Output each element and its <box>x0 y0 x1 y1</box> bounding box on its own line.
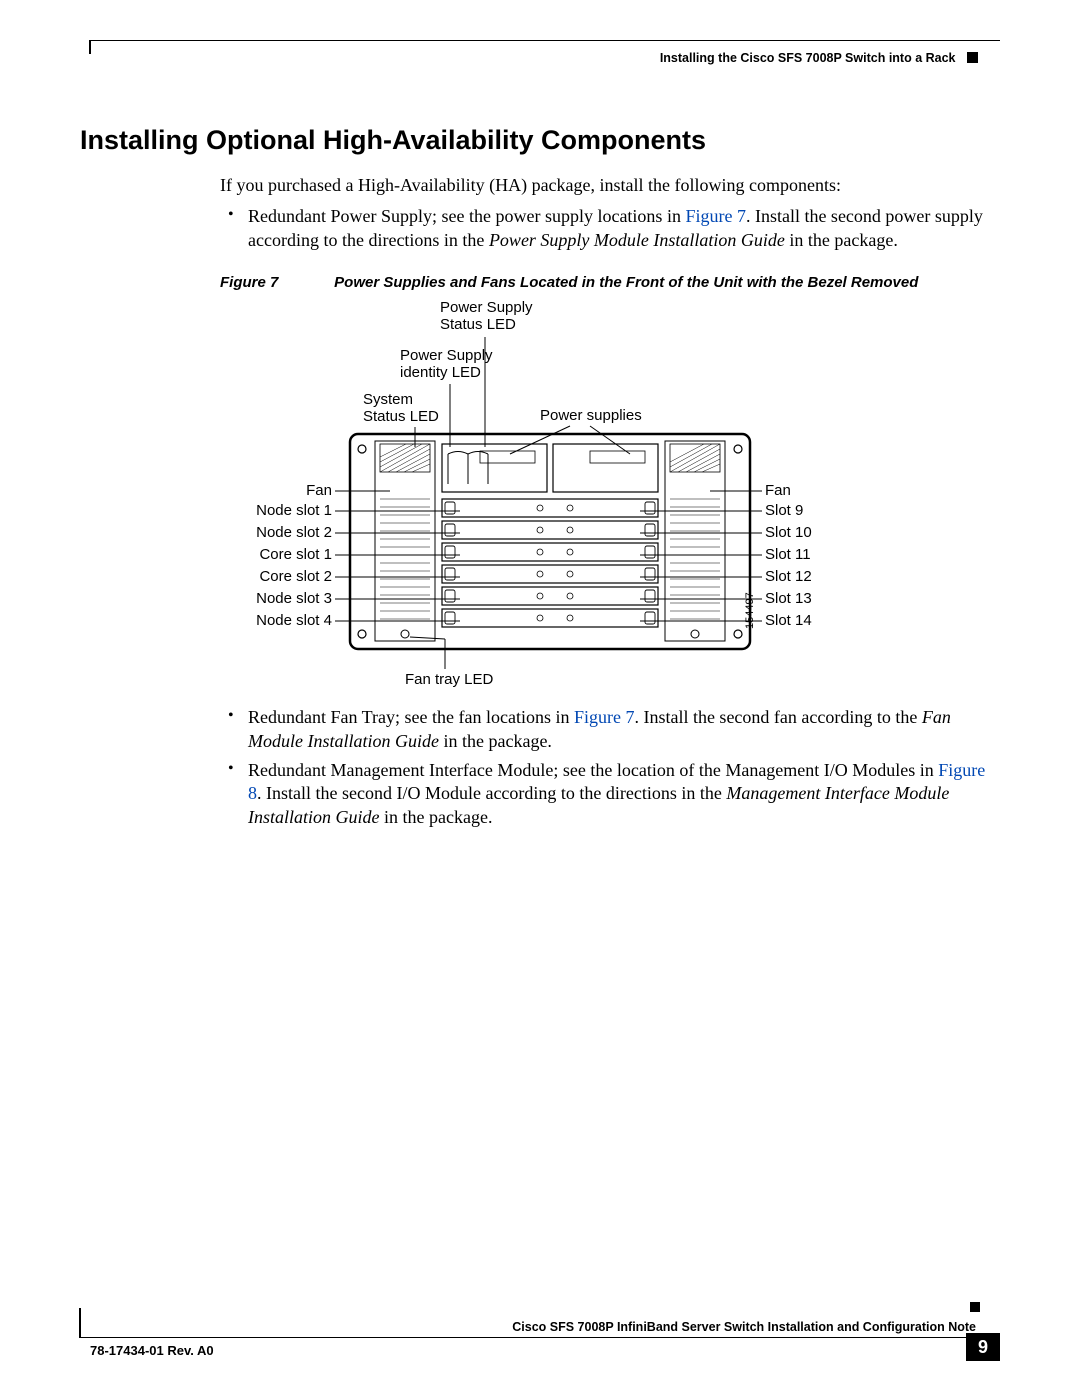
label-ps-identity-led: Power Supply identity LED <box>400 347 493 382</box>
figure-7-diagram: Power Supply Status LED Power Supply ide… <box>190 299 890 694</box>
intro-text: If you purchased a High-Availability (HA… <box>220 174 990 197</box>
page-number: 9 <box>966 1333 1000 1361</box>
page-footer: Cisco SFS 7008P InfiniBand Server Switch… <box>80 1320 1000 1367</box>
header-rule <box>90 40 1000 41</box>
label-fan-right: Fan <box>765 482 791 499</box>
label-node-slot-2: Node slot 2 <box>250 524 332 541</box>
footer-doc-rev: 78-17434-01 Rev. A0 <box>90 1343 214 1358</box>
label-system-status-led: System Status LED <box>363 391 439 426</box>
section-title: Installing Optional High-Availability Co… <box>80 125 1000 156</box>
footer-tick <box>79 1308 81 1338</box>
label-node-slot-3: Node slot 3 <box>250 590 332 607</box>
figure-caption: Figure 7 Power Supplies and Fans Located… <box>220 274 1000 291</box>
label-slot-13: Slot 13 <box>765 590 812 607</box>
header-tick <box>89 40 91 54</box>
label-node-slot-4: Node slot 4 <box>250 612 332 629</box>
label-fan-tray-led: Fan tray LED <box>405 671 493 688</box>
label-slot-12: Slot 12 <box>765 568 812 585</box>
bullet-power-supply: Redundant Power Supply; see the power su… <box>220 205 990 252</box>
bullet-mgmt-module: Redundant Management Interface Module; s… <box>220 759 990 829</box>
label-slot-10: Slot 10 <box>765 524 812 541</box>
label-slot-9: Slot 9 <box>765 502 803 519</box>
figure-title: Power Supplies and Fans Located in the F… <box>334 274 918 291</box>
header-square-icon <box>967 52 978 63</box>
running-header: Installing the Cisco SFS 7008P Switch in… <box>80 51 978 65</box>
figure-7-link-2[interactable]: Figure 7 <box>574 707 635 727</box>
bullet-fan-tray: Redundant Fan Tray; see the fan location… <box>220 706 990 753</box>
label-slot-14: Slot 14 <box>765 612 812 629</box>
figure-number: Figure 7 <box>220 274 330 291</box>
running-title: Installing the Cisco SFS 7008P Switch in… <box>660 51 956 65</box>
label-ps-status-led: Power Supply Status LED <box>440 299 533 334</box>
label-slot-11: Slot 11 <box>765 546 811 563</box>
label-power-supplies: Power supplies <box>540 407 642 424</box>
figure-7-link[interactable]: Figure 7 <box>685 206 746 226</box>
label-part-number: 154497 <box>744 592 757 629</box>
footer-square-icon <box>970 1302 980 1312</box>
footer-doc-title: Cisco SFS 7008P InfiniBand Server Switch… <box>512 1320 976 1334</box>
footer-rule <box>80 1337 970 1338</box>
label-core-slot-2: Core slot 2 <box>250 568 332 585</box>
label-node-slot-1: Node slot 1 <box>250 502 332 519</box>
label-core-slot-1: Core slot 1 <box>250 546 332 563</box>
label-fan-left: Fan <box>302 482 332 499</box>
